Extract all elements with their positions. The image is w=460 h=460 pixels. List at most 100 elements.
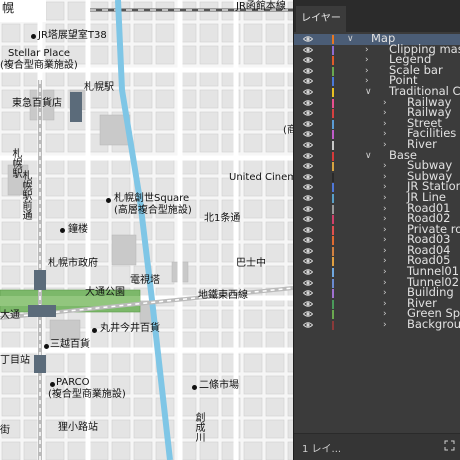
layer-color-indicator <box>332 162 334 172</box>
eye-icon[interactable] <box>303 162 313 170</box>
layer-color-indicator <box>332 268 334 278</box>
chevron-down-icon[interactable]: ∨ <box>365 87 375 97</box>
layer-color-indicator <box>332 87 334 97</box>
map-label-kita1-jo: 北1条通 <box>204 213 241 224</box>
eye-icon[interactable] <box>303 35 313 43</box>
expand-panel-icon[interactable] <box>444 440 455 451</box>
chevron-down-icon[interactable]: ∨ <box>365 151 375 161</box>
layer-row[interactable]: › Background <box>294 317 460 332</box>
map-label-stellar-sub: (複合型商業施設) <box>0 60 78 71</box>
eye-icon[interactable] <box>303 109 313 117</box>
chevron-right-icon[interactable]: › <box>383 235 393 245</box>
eye-icon[interactable] <box>303 183 313 191</box>
layer-color-indicator <box>332 130 334 140</box>
chevron-right-icon[interactable]: › <box>383 288 393 298</box>
poi-marker <box>106 198 111 203</box>
chevron-right-icon[interactable]: › <box>383 225 393 235</box>
eye-icon[interactable] <box>303 279 313 287</box>
map-label-gai: 街 <box>0 425 10 436</box>
layer-color-indicator <box>332 56 334 66</box>
chevron-down-icon[interactable]: ∨ <box>347 34 357 44</box>
eye-icon[interactable] <box>303 205 313 213</box>
layer-color-indicator <box>332 140 334 150</box>
chevron-right-icon[interactable]: › <box>383 108 393 118</box>
eye-icon[interactable] <box>303 236 313 244</box>
map-label-odori-left: 大通 <box>0 310 20 321</box>
map-canvas[interactable]: 幌 JR塔展望室T38 Stellar Place (複合型商業施設) JR函館… <box>0 0 293 460</box>
layer-color-indicator <box>332 246 334 256</box>
chevron-right-icon[interactable]: › <box>365 66 375 76</box>
chevron-right-icon[interactable]: › <box>383 172 393 182</box>
chevron-right-icon[interactable]: › <box>365 76 375 86</box>
chevron-right-icon[interactable]: › <box>383 278 393 288</box>
map-label-tokyu: 東急百貨店 <box>12 98 62 109</box>
layer-color-indicator <box>332 77 334 87</box>
eye-icon[interactable] <box>303 300 313 308</box>
eye-icon[interactable] <box>303 120 313 128</box>
tab-layers[interactable]: レイヤー <box>296 6 346 32</box>
map-label-odori-park: 大通公園 <box>85 287 125 298</box>
layer-color-indicator <box>332 215 334 225</box>
eye-icon[interactable] <box>303 226 313 234</box>
poi-marker <box>50 382 55 387</box>
eye-icon[interactable] <box>303 99 313 107</box>
layer-name: Background <box>407 317 460 332</box>
eye-icon[interactable] <box>303 321 313 329</box>
poi-marker <box>44 344 49 349</box>
eye-icon[interactable] <box>303 67 313 75</box>
map-label-parco-sub: (複合型商業施設) <box>48 389 126 400</box>
eye-icon[interactable] <box>303 257 313 265</box>
layer-list[interactable]: ∨Map›Clipping mask›Legend›Scale bar›Poin… <box>294 34 460 434</box>
layer-row[interactable]: › Scale bar <box>294 63 460 77</box>
chevron-right-icon[interactable]: › <box>383 214 393 224</box>
eye-icon[interactable] <box>303 194 313 202</box>
eye-icon[interactable] <box>303 215 313 223</box>
chevron-right-icon[interactable]: › <box>383 161 393 171</box>
map-label-sapporo-station-vertical: 札幌駅 <box>10 148 21 178</box>
eye-icon[interactable] <box>303 88 313 96</box>
eye-icon[interactable] <box>303 289 313 297</box>
layer-row[interactable]: › River <box>294 137 460 151</box>
map-label-city-hall: 札幌市政府 <box>48 258 98 269</box>
chevron-right-icon[interactable]: › <box>383 193 393 203</box>
chevron-right-icon[interactable]: › <box>383 309 393 319</box>
eye-icon[interactable] <box>303 46 313 54</box>
chevron-right-icon[interactable]: › <box>383 129 393 139</box>
poi-marker <box>92 328 97 333</box>
chevron-right-icon[interactable]: › <box>383 204 393 214</box>
eye-icon[interactable] <box>303 268 313 276</box>
chevron-right-icon[interactable]: › <box>383 299 393 309</box>
eye-icon[interactable] <box>303 77 313 85</box>
map-label-sosei-square: 札幌創世Square <box>114 193 190 204</box>
layer-color-indicator <box>332 98 334 108</box>
map-label-stellar-place: Stellar Place <box>8 48 70 59</box>
chevron-right-icon[interactable]: › <box>383 267 393 277</box>
chevron-right-icon[interactable]: › <box>383 98 393 108</box>
map-label-tozai-line: 地鐵東西線 <box>198 290 248 301</box>
layer-color-indicator <box>332 289 334 299</box>
map-label-chome-station: 丁目站 <box>0 355 30 366</box>
map-label-ekimae-dori: 札幌駅前通 <box>20 170 31 220</box>
eye-icon[interactable] <box>303 173 313 181</box>
eye-icon[interactable] <box>303 247 313 255</box>
chevron-right-icon[interactable]: › <box>383 182 393 192</box>
chevron-right-icon[interactable]: › <box>365 55 375 65</box>
layer-color-indicator <box>332 151 334 161</box>
eye-icon[interactable] <box>303 141 313 149</box>
eye-icon[interactable] <box>303 56 313 64</box>
chevron-right-icon[interactable]: › <box>383 320 393 330</box>
layer-row[interactable]: ›Clipping mask <box>294 42 460 56</box>
layer-color-indicator <box>332 193 334 203</box>
chevron-right-icon[interactable]: › <box>365 45 375 55</box>
eye-icon[interactable] <box>303 130 313 138</box>
chevron-right-icon[interactable]: › <box>383 256 393 266</box>
chevron-right-icon[interactable]: › <box>383 119 393 129</box>
layer-color-indicator <box>332 119 334 129</box>
eye-icon[interactable] <box>303 310 313 318</box>
layer-color-indicator <box>332 109 334 119</box>
panel-tab-bar: レイヤー <box>294 0 460 32</box>
eye-icon[interactable] <box>303 152 313 160</box>
poi-marker <box>31 34 36 39</box>
chevron-right-icon[interactable]: › <box>383 246 393 256</box>
map-label-sosei-river: 創成川 <box>193 412 204 442</box>
